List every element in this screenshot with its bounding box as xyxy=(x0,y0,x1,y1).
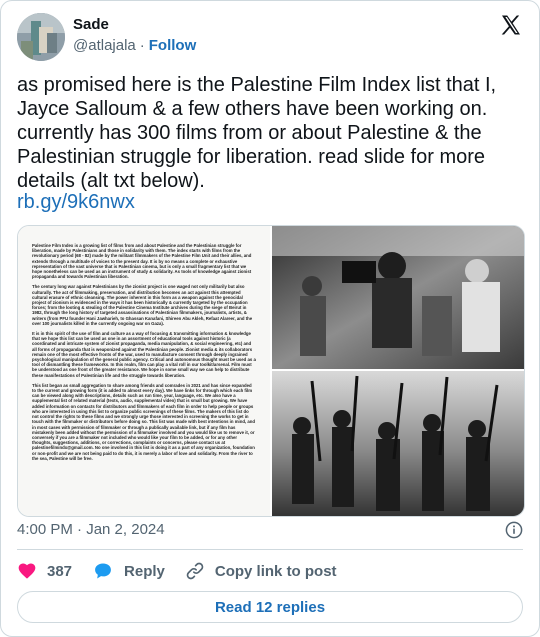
tweet-card: Sade @atlajala · Follow as promised here i… xyxy=(0,0,540,637)
like-count: 387 xyxy=(47,562,73,580)
document-paragraph: Palestine Film Index is a growing list o… xyxy=(32,243,252,280)
info-icon[interactable] xyxy=(505,521,523,539)
fighters-photo[interactable] xyxy=(272,371,524,516)
heart-icon xyxy=(18,563,36,579)
document-text: Palestine Film Index is a growing list o… xyxy=(18,226,270,461)
x-logo-icon[interactable] xyxy=(499,13,523,37)
tweet-link[interactable]: rb.gy/9k6nwx xyxy=(17,190,135,214)
link-icon xyxy=(186,562,204,580)
film-crew-photo[interactable] xyxy=(272,226,524,369)
document-paragraph: The century long war against Palestinian… xyxy=(32,284,253,326)
separator-dot: · xyxy=(139,37,145,54)
media-grid[interactable]: Palestine Film Index is a growing list o… xyxy=(17,225,525,517)
reply-button[interactable]: Reply xyxy=(92,561,165,581)
document-paragraph: It is in this spirit of the use of film … xyxy=(32,331,256,378)
like-button[interactable]: 387 xyxy=(17,561,72,581)
tweet-text: as promised here is the Palestine Film I… xyxy=(17,74,497,192)
copy-link-label: Copy link to post xyxy=(214,562,337,580)
divider xyxy=(17,549,523,550)
action-bar: 387 Reply Copy link to post xyxy=(17,559,357,583)
copy-link-button[interactable]: Copy link to post xyxy=(185,561,337,581)
read-replies-button[interactable]: Read 12 replies xyxy=(17,591,523,623)
tweet-timestamp[interactable]: 4:00 PM · Jan 2, 2024 xyxy=(17,521,165,538)
follow-button[interactable]: Follow xyxy=(149,37,197,54)
author-name[interactable]: Sade xyxy=(73,16,109,33)
reply-label: Reply xyxy=(124,562,165,580)
reply-bubble-icon xyxy=(95,563,111,579)
document-image[interactable]: Palestine Film Index is a growing list o… xyxy=(18,226,270,516)
author-handle[interactable]: @atlajala xyxy=(73,37,136,54)
document-paragraph: This list began as small aggregation to … xyxy=(32,382,255,461)
author-handle-row: @atlajala · Follow xyxy=(73,37,196,54)
avatar[interactable] xyxy=(17,13,65,61)
